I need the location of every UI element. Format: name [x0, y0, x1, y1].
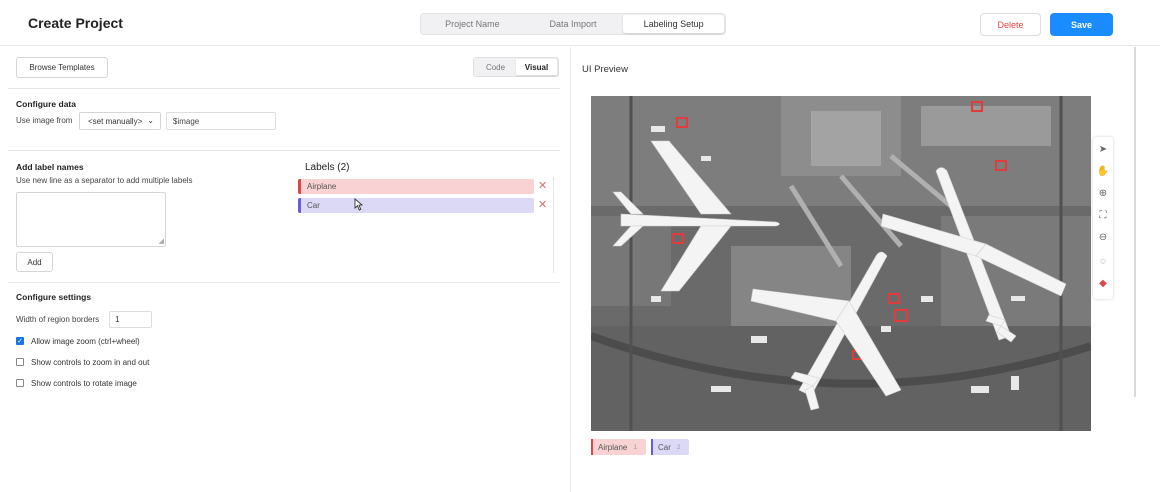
- code-tab[interactable]: Code: [475, 59, 516, 75]
- labels-count-title: Labels (2): [305, 162, 350, 173]
- border-width-label: Width of region borders: [16, 315, 100, 324]
- brightness-icon[interactable]: ◌: [1096, 254, 1110, 268]
- image-source-select[interactable]: <set manually> ⌄: [79, 112, 161, 130]
- config-panel: Browse Templates Code Visual Configure d…: [8, 47, 560, 492]
- rotate-controls-checkbox[interactable]: [16, 379, 24, 387]
- image-variable-input[interactable]: $image: [166, 112, 276, 130]
- label-names-textarea[interactable]: ◢: [16, 192, 166, 247]
- tab-data-import[interactable]: Data Import: [523, 15, 624, 33]
- remove-label-icon[interactable]: ✕: [538, 180, 547, 192]
- configure-settings-title: Configure settings: [16, 292, 92, 302]
- rotate-controls-label: Show controls to rotate image: [31, 379, 137, 388]
- airport-aerial-image: [591, 96, 1091, 431]
- page-title: Create Project: [28, 15, 123, 31]
- legend-airplane[interactable]: Airplane 1: [591, 439, 646, 455]
- divider: [8, 88, 560, 89]
- label-item-airplane[interactable]: Airplane: [298, 179, 534, 194]
- zoom-controls-checkbox[interactable]: [16, 358, 24, 366]
- visual-tab[interactable]: Visual: [516, 59, 557, 75]
- remove-label-icon[interactable]: ✕: [538, 199, 547, 211]
- wizard-steps: Project Name Data Import Labeling Setup: [420, 13, 726, 35]
- chevron-down-icon: ⌄: [147, 116, 154, 125]
- label-color-bar: [298, 179, 301, 194]
- save-button[interactable]: Save: [1050, 13, 1113, 36]
- preview-image[interactable]: [591, 96, 1091, 431]
- label-item-car[interactable]: Car: [298, 198, 534, 213]
- hand-icon[interactable]: ✋: [1096, 164, 1110, 178]
- browse-templates-button[interactable]: Browse Templates: [16, 57, 108, 78]
- delete-button[interactable]: Delete: [980, 13, 1041, 36]
- divider: [8, 282, 560, 283]
- border-width-input[interactable]: 1: [109, 311, 152, 328]
- tab-labeling-setup[interactable]: Labeling Setup: [623, 15, 725, 33]
- allow-zoom-label: Allow image zoom (ctrl+wheel): [31, 337, 140, 346]
- tab-project-name[interactable]: Project Name: [422, 15, 523, 33]
- allow-zoom-checkbox[interactable]: ✓: [16, 337, 24, 345]
- legend-car[interactable]: Car 2: [651, 439, 689, 455]
- eraser-icon[interactable]: ◆: [1096, 276, 1110, 290]
- labels-scrollbar[interactable]: [553, 177, 554, 273]
- legend-count: 1: [633, 443, 637, 451]
- resize-grip-icon[interactable]: ◢: [159, 238, 164, 245]
- preview-panel: UI Preview ➤ ✋ ⊕ ⛶ ⊖ ◌ ◆ Airplane 1 Car …: [570, 47, 1136, 492]
- ui-preview-title: UI Preview: [582, 64, 628, 75]
- legend-color-bar: [591, 439, 593, 455]
- image-toolbar: ➤ ✋ ⊕ ⛶ ⊖ ◌ ◆: [1093, 137, 1113, 299]
- pointer-icon[interactable]: ➤: [1096, 142, 1110, 156]
- label-item-name: Airplane: [307, 182, 337, 191]
- zoom-controls-label: Show controls to zoom in and out: [31, 358, 150, 367]
- zoom-out-icon[interactable]: ⊖: [1096, 230, 1110, 244]
- legend-label: Airplane: [598, 442, 628, 452]
- divider: [8, 150, 560, 151]
- code-visual-toggle: Code Visual: [473, 57, 559, 77]
- preview-scrollbar[interactable]: [1134, 47, 1136, 397]
- legend-color-bar: [651, 439, 653, 455]
- label-color-bar: [298, 198, 301, 213]
- add-label-names-title: Add label names: [16, 162, 84, 172]
- use-image-label: Use image from: [16, 116, 73, 125]
- mouse-cursor-icon: [354, 198, 363, 211]
- image-source-value: <set manually>: [88, 116, 143, 126]
- add-label-button[interactable]: Add: [16, 252, 53, 272]
- configure-data-title: Configure data: [16, 99, 76, 109]
- label-hint-text: Use new line as a separator to add multi…: [16, 176, 193, 185]
- zoom-in-icon[interactable]: ⊕: [1096, 186, 1110, 200]
- label-item-name: Car: [307, 201, 320, 210]
- fit-icon[interactable]: ⛶: [1096, 208, 1110, 222]
- legend-label: Car: [658, 442, 671, 452]
- header: Create Project Project Name Data Import …: [0, 0, 1160, 46]
- legend-count: 2: [676, 443, 681, 451]
